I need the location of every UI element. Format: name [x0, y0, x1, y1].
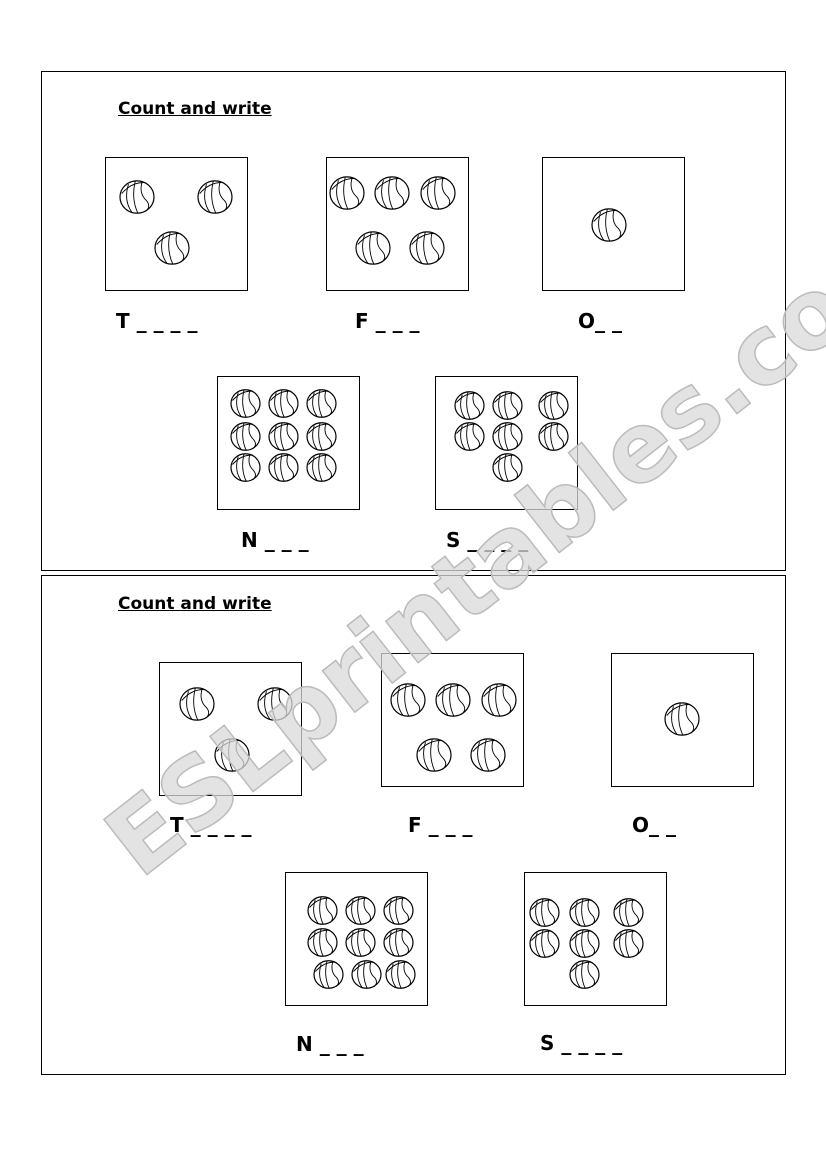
basketball-icon: [214, 738, 250, 772]
answer-blank-five[interactable]: F _ _ _: [355, 309, 420, 333]
basketball-icon: [267, 388, 299, 418]
basketball-icon: [453, 421, 485, 451]
basketball-icon: [197, 180, 233, 214]
basketball-icon: [453, 390, 485, 420]
basketball-icon: [537, 390, 569, 420]
basketball-icon: [306, 895, 338, 925]
basketball-icon: [384, 959, 416, 989]
basketball-icon: [568, 959, 600, 989]
basketball-icon: [416, 738, 452, 772]
basketball-icon: [329, 176, 365, 210]
basketball-icon: [306, 927, 338, 957]
basketball-icon: [305, 388, 337, 418]
answer-blank-seven[interactable]: S _ _ _ _: [446, 528, 528, 552]
counting-box-three: [105, 157, 248, 291]
basketball-icon: [420, 176, 456, 210]
basketball-icon: [344, 927, 376, 957]
answer-blank-nine[interactable]: N _ _ _: [296, 1032, 364, 1056]
basketball-icon: [568, 928, 600, 958]
basketball-icon: [664, 702, 700, 736]
basketball-icon: [491, 421, 523, 451]
basketball-icon: [481, 683, 517, 717]
basketball-icon: [409, 231, 445, 265]
basketball-icon: [257, 687, 293, 721]
basketball-icon: [491, 390, 523, 420]
answer-blank-nine[interactable]: N _ _ _: [241, 528, 309, 552]
basketball-icon: [355, 231, 391, 265]
answer-blank-three[interactable]: T _ _ _ _: [116, 309, 198, 333]
counting-box-three: [159, 662, 302, 796]
basketball-icon: [612, 928, 644, 958]
answer-blank-one[interactable]: O_ _: [632, 813, 676, 837]
basketball-icon: [382, 895, 414, 925]
basketball-icon: [374, 176, 410, 210]
basketball-icon: [470, 738, 506, 772]
basketball-icon: [390, 683, 426, 717]
worksheet-page: Count and write Count and write T _ _ _ …: [0, 0, 826, 1169]
basketball-icon: [491, 452, 523, 482]
basketball-icon: [528, 897, 560, 927]
basketball-icon: [305, 452, 337, 482]
basketball-icon: [382, 927, 414, 957]
basketball-icon: [229, 388, 261, 418]
answer-blank-seven[interactable]: S _ _ _ _: [540, 1031, 622, 1055]
basketball-icon: [305, 421, 337, 451]
basketball-icon: [537, 421, 569, 451]
answer-blank-three[interactable]: T _ _ _ _: [170, 813, 252, 837]
basketball-icon: [344, 895, 376, 925]
basketball-icon: [350, 959, 382, 989]
section-1-title: Count and write: [118, 99, 272, 119]
section-2-title: Count and write: [118, 594, 272, 614]
basketball-icon: [528, 928, 560, 958]
basketball-icon: [229, 421, 261, 451]
basketball-icon: [568, 897, 600, 927]
basketball-icon: [154, 231, 190, 265]
answer-blank-one[interactable]: O_ _: [578, 309, 622, 333]
basketball-icon: [435, 683, 471, 717]
basketball-icon: [229, 452, 261, 482]
basketball-icon: [119, 180, 155, 214]
basketball-icon: [179, 687, 215, 721]
basketball-icon: [267, 421, 299, 451]
basketball-icon: [312, 959, 344, 989]
answer-blank-five[interactable]: F _ _ _: [408, 813, 473, 837]
basketball-icon: [612, 897, 644, 927]
basketball-icon: [591, 208, 627, 242]
basketball-icon: [267, 452, 299, 482]
